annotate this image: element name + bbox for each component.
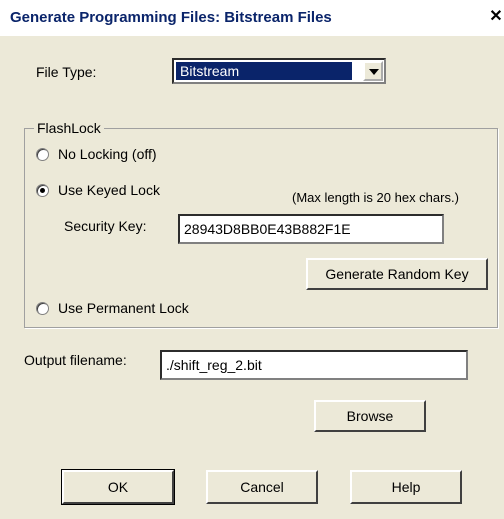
radio-keyed-lock-label[interactable]: Use Keyed Lock [58,182,160,198]
radio-permanent-lock[interactable] [36,302,49,315]
radio-no-locking[interactable] [36,148,49,161]
radio-permanent-lock-label[interactable]: Use Permanent Lock [58,300,189,316]
dialog-window: Generate Programming Files: Bitstream Fi… [0,0,504,519]
radio-no-locking-label[interactable]: No Locking (off) [58,146,157,162]
flashlock-legend: FlashLock [34,120,104,136]
security-key-label: Security Key: [64,218,147,234]
security-key-input[interactable]: 28943D8BB0E43B882F1E [178,214,444,244]
title-bar: Generate Programming Files: Bitstream Fi… [0,0,504,36]
radio-keyed-lock[interactable] [36,184,49,197]
close-icon[interactable]: ✕ [488,8,504,26]
browse-button[interactable]: Browse [314,400,426,432]
chevron-down-icon [369,69,379,75]
generate-random-key-button[interactable]: Generate Random Key [306,258,488,290]
max-length-note: (Max length is 20 hex chars.) [292,190,459,205]
file-type-label: File Type: [36,64,97,80]
dropdown-button[interactable] [363,61,383,81]
help-button[interactable]: Help [350,470,462,504]
ok-button[interactable]: OK [61,469,175,505]
file-type-selected-value: Bitstream [176,62,352,80]
cancel-button[interactable]: Cancel [206,470,318,504]
output-filename-label: Output filename: [24,352,127,368]
radio-selected-dot [40,188,45,193]
output-filename-input[interactable]: ./shift_reg_2.bit [160,350,468,380]
file-type-select[interactable]: Bitstream [172,58,386,84]
window-title: Generate Programming Files: Bitstream Fi… [10,9,332,26]
